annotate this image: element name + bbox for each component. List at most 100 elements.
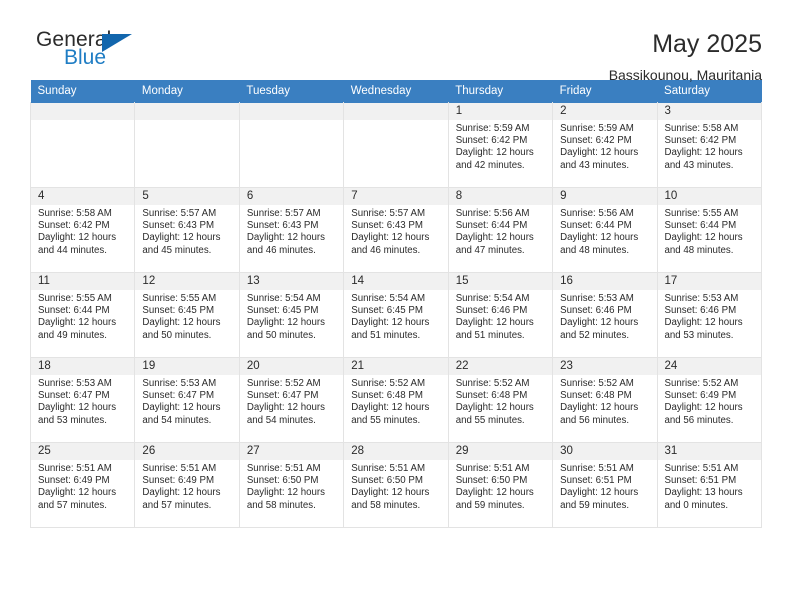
day-details: Sunrise: 5:55 AM Sunset: 6:44 PM Daylight:…: [658, 205, 761, 257]
calendar-day-cell[interactable]: 16 Sunrise: 5:53 AM Sunset: 6:46 PM Dayligh…: [552, 272, 658, 358]
calendar-day-cell[interactable]: 15 Sunrise: 5:54 AM Sunset: 6:46 PM Dayligh…: [447, 272, 554, 358]
calendar-day-cell[interactable]: 23 Sunrise: 5:52 AM Sunset: 6:48 PM Dayligh…: [552, 357, 658, 443]
calendar-day-cell[interactable]: 21 Sunrise: 5:52 AM Sunset: 6:48 PM Dayligh…: [343, 357, 449, 443]
calendar-day-cell[interactable]: 3 Sunrise: 5:58 AM Sunset: 6:42 PM Daylight…: [656, 102, 763, 188]
calendar-day-cell[interactable]: 28 Sunrise: 5:51 AM Sunset: 6:50 PM Dayligh…: [343, 442, 449, 528]
calendar-day-cell[interactable]: 6 Sunrise: 5:57 AM Sunset: 6:43 PM Daylight…: [238, 187, 345, 273]
daylight-duration-line2: and 47 minutes.: [455, 244, 525, 256]
day-details: Sunrise: 5:51 AM Sunset: 6:50 PM Daylight:…: [240, 460, 343, 512]
calendar-day-cell[interactable]: 29 Sunrise: 5:51 AM Sunset: 6:50 PM Dayligh…: [447, 442, 554, 528]
sunset-time: Sunset: 6:44 PM: [455, 220, 528, 232]
day-details: Sunrise: 5:59 AM Sunset: 6:42 PM Daylight:…: [449, 120, 552, 172]
day-cell-inner: 4 Sunrise: 5:58 AM Sunset: 6:42 PM Daylight…: [31, 188, 135, 272]
daylight-duration-line2: and 50 minutes.: [246, 329, 316, 341]
day-number: 15: [448, 273, 553, 290]
calendar-day-cell[interactable]: 31 Sunrise: 5:51 AM Sunset: 6:51 PM Dayligh…: [656, 442, 763, 528]
day-cell-inner: 6 Sunrise: 5:57 AM Sunset: 6:43 PM Daylight…: [239, 188, 344, 272]
calendar-week-row: 18 Sunrise: 5:53 AM Sunset: 6:47 PM Dayligh…: [29, 357, 763, 443]
day-number: 16: [553, 273, 657, 290]
calendar-day-cell[interactable]: 8 Sunrise: 5:56 AM Sunset: 6:44 PM Daylight…: [447, 187, 554, 273]
calendar-day-cell[interactable]: 20 Sunrise: 5:52 AM Sunset: 6:47 PM Dayligh…: [238, 357, 345, 443]
sunrise-time: Sunrise: 5:51 AM: [664, 463, 739, 474]
sunrise-time: Sunrise: 5:51 AM: [38, 463, 112, 474]
calendar-day-cell[interactable]: 7 Sunrise: 5:57 AM Sunset: 6:43 PM Daylight…: [343, 187, 449, 273]
calendar-empty-cell: [343, 102, 449, 188]
day-cell-inner: 5 Sunrise: 5:57 AM Sunset: 6:43 PM Daylight…: [135, 188, 239, 272]
day-details: Sunrise: 5:55 AM Sunset: 6:44 PM Daylight:…: [31, 290, 134, 342]
daylight-duration-line2: and 59 minutes.: [560, 499, 630, 511]
daylight-duration-line1: Daylight: 12 hours: [455, 487, 534, 499]
day-cell-inner: 19 Sunrise: 5:53 AM Sunset: 6:47 PM Dayligh…: [135, 358, 239, 442]
calendar-body: 1 Sunrise: 5:59 AM Sunset: 6:42 PM Daylight…: [29, 102, 763, 528]
calendar-day-cell[interactable]: 10 Sunrise: 5:55 AM Sunset: 6:44 PM Dayligh…: [656, 187, 763, 273]
day-cell-inner: 31 Sunrise: 5:51 AM Sunset: 6:51 PM Dayligh…: [657, 443, 761, 527]
calendar-day-cell[interactable]: 14 Sunrise: 5:54 AM Sunset: 6:45 PM Dayligh…: [343, 272, 449, 358]
sunset-time: Sunset: 6:51 PM: [560, 475, 632, 487]
sunrise-time: Sunrise: 5:52 AM: [455, 378, 530, 389]
sunset-time: Sunset: 6:49 PM: [664, 390, 737, 402]
calendar-day-cell[interactable]: 22 Sunrise: 5:52 AM Sunset: 6:48 PM Dayligh…: [447, 357, 554, 443]
sunset-time: Sunset: 6:49 PM: [38, 475, 110, 487]
calendar-day-cell[interactable]: 4 Sunrise: 5:58 AM Sunset: 6:42 PM Daylight…: [29, 187, 136, 273]
daylight-duration-line1: Daylight: 12 hours: [246, 317, 325, 329]
day-details: Sunrise: 5:51 AM Sunset: 6:49 PM Daylight:…: [135, 460, 238, 512]
day-cell-inner: 20 Sunrise: 5:52 AM Sunset: 6:47 PM Dayligh…: [239, 358, 344, 442]
calendar-day-cell[interactable]: 26 Sunrise: 5:51 AM Sunset: 6:49 PM Dayligh…: [134, 442, 240, 528]
calendar-day-cell[interactable]: 2 Sunrise: 5:59 AM Sunset: 6:42 PM Daylight…: [552, 102, 658, 188]
sunset-time: Sunset: 6:45 PM: [351, 305, 423, 317]
day-number: 2: [553, 103, 657, 120]
daylight-duration-line1: Daylight: 12 hours: [664, 147, 743, 159]
calendar-day-cell[interactable]: 25 Sunrise: 5:51 AM Sunset: 6:49 PM Dayligh…: [29, 442, 136, 528]
daylight-duration-line1: Daylight: 12 hours: [560, 232, 639, 244]
daylight-duration-line1: Daylight: 12 hours: [351, 317, 430, 329]
day-details: Sunrise: 5:57 AM Sunset: 6:43 PM Daylight:…: [240, 205, 343, 257]
calendar-day-cell[interactable]: 24 Sunrise: 5:52 AM Sunset: 6:49 PM Dayligh…: [656, 357, 763, 443]
calendar-day-cell[interactable]: 5 Sunrise: 5:57 AM Sunset: 6:43 PM Daylight…: [134, 187, 240, 273]
sunrise-time: Sunrise: 5:55 AM: [142, 293, 217, 304]
daylight-duration-line2: and 53 minutes.: [664, 329, 734, 341]
daylight-duration-line1: Daylight: 12 hours: [664, 317, 743, 329]
calendar-day-cell[interactable]: 17 Sunrise: 5:53 AM Sunset: 6:46 PM Dayligh…: [656, 272, 763, 358]
day-cell-inner: 21 Sunrise: 5:52 AM Sunset: 6:48 PM Dayligh…: [344, 358, 448, 442]
calendar-day-cell[interactable]: 12 Sunrise: 5:55 AM Sunset: 6:45 PM Dayligh…: [134, 272, 240, 358]
calendar-day-cell[interactable]: 19 Sunrise: 5:53 AM Sunset: 6:47 PM Dayligh…: [134, 357, 240, 443]
general-blue-logo[interactable]: General Blue: [30, 28, 150, 74]
day-number: 5: [135, 188, 239, 205]
sunrise-time: Sunrise: 5:57 AM: [142, 208, 217, 219]
calendar-week-row: 1 Sunrise: 5:59 AM Sunset: 6:42 PM Daylight…: [29, 102, 763, 188]
sunset-time: Sunset: 6:43 PM: [246, 220, 319, 232]
daylight-duration-line1: Daylight: 12 hours: [246, 402, 325, 414]
calendar-day-cell[interactable]: 30 Sunrise: 5:51 AM Sunset: 6:51 PM Dayligh…: [552, 442, 658, 528]
day-number: 19: [135, 358, 239, 375]
calendar-day-cell[interactable]: 1 Sunrise: 5:59 AM Sunset: 6:42 PM Daylight…: [447, 102, 554, 188]
weekday-header-wednesday: Wednesday: [343, 80, 449, 103]
calendar-empty-cell: [134, 102, 240, 188]
daylight-duration-line1: Daylight: 12 hours: [38, 402, 117, 414]
day-cell-inner: 29 Sunrise: 5:51 AM Sunset: 6:50 PM Dayligh…: [448, 443, 553, 527]
day-cell-inner: 23 Sunrise: 5:52 AM Sunset: 6:48 PM Dayligh…: [553, 358, 657, 442]
daylight-duration-line2: and 45 minutes.: [142, 244, 212, 256]
calendar-day-cell[interactable]: 27 Sunrise: 5:51 AM Sunset: 6:50 PM Dayligh…: [238, 442, 345, 528]
sunset-time: Sunset: 6:42 PM: [664, 135, 737, 147]
calendar-day-cell[interactable]: 13 Sunrise: 5:54 AM Sunset: 6:45 PM Dayligh…: [238, 272, 345, 358]
day-cell-inner: 25 Sunrise: 5:51 AM Sunset: 6:49 PM Dayligh…: [31, 443, 135, 527]
calendar-day-cell[interactable]: 9 Sunrise: 5:56 AM Sunset: 6:44 PM Daylight…: [552, 187, 658, 273]
sunrise-time: Sunrise: 5:52 AM: [664, 378, 739, 389]
weekday-header-thursday: Thursday: [448, 80, 553, 103]
sunrise-time: Sunrise: 5:54 AM: [246, 293, 321, 304]
day-cell-inner: 24 Sunrise: 5:52 AM Sunset: 6:49 PM Dayligh…: [657, 358, 761, 442]
day-number: 10: [657, 188, 761, 205]
day-cell-inner: [239, 103, 344, 187]
calendar-day-cell[interactable]: 11 Sunrise: 5:55 AM Sunset: 6:44 PM Dayligh…: [29, 272, 136, 358]
day-details: Sunrise: 5:58 AM Sunset: 6:42 PM Daylight:…: [658, 120, 761, 172]
daylight-duration-line1: Daylight: 12 hours: [664, 402, 743, 414]
sunset-time: Sunset: 6:42 PM: [38, 220, 110, 232]
sunset-time: Sunset: 6:44 PM: [560, 220, 632, 232]
calendar-day-cell[interactable]: 18 Sunrise: 5:53 AM Sunset: 6:47 PM Dayligh…: [29, 357, 136, 443]
daylight-duration-line2: and 46 minutes.: [351, 244, 421, 256]
day-cell-inner: 30 Sunrise: 5:51 AM Sunset: 6:51 PM Dayligh…: [553, 443, 657, 527]
day-cell-inner: 22 Sunrise: 5:52 AM Sunset: 6:48 PM Dayligh…: [448, 358, 553, 442]
day-details: Sunrise: 5:53 AM Sunset: 6:47 PM Daylight:…: [31, 375, 134, 427]
sunrise-sunset-calendar: Sunday Monday Tuesday Wednesday Thursday…: [29, 80, 763, 528]
day-details: Sunrise: 5:56 AM Sunset: 6:44 PM Daylight:…: [449, 205, 552, 257]
